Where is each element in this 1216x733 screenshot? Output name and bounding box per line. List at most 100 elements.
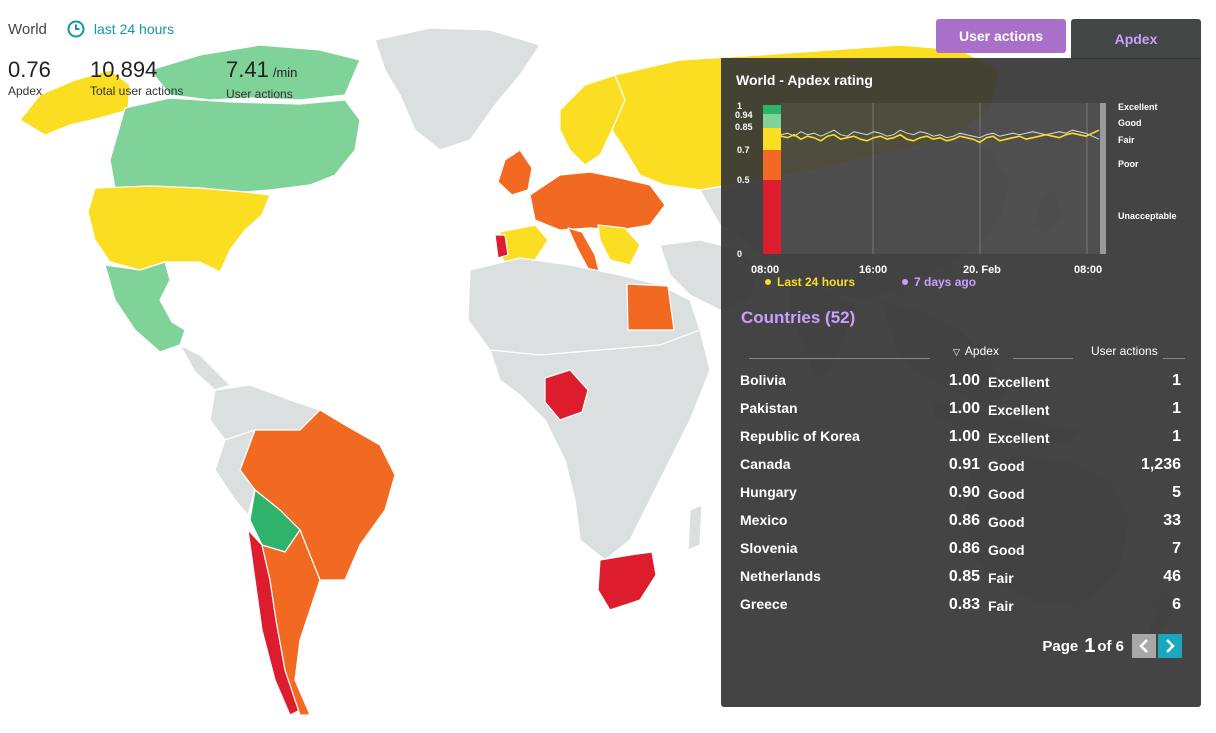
region-portugal[interactable] xyxy=(494,234,509,259)
country-name: Republic of Korea xyxy=(740,428,860,444)
region-central-america[interactable] xyxy=(179,344,231,391)
country-user-actions: 1 xyxy=(1172,372,1181,389)
region-uk[interactable] xyxy=(497,149,533,196)
table-row[interactable]: Republic of Korea 1.00 Excellent 1 xyxy=(721,428,1201,456)
country-apdex-rating: Good xyxy=(988,486,1025,502)
legend-7-days-ago[interactable]: 7 days ago xyxy=(902,275,976,289)
country-apdex-score: 0.86 xyxy=(948,540,980,557)
column-header-user-actions[interactable]: User actions xyxy=(1091,344,1158,358)
zone-label: Unacceptable xyxy=(1118,211,1177,221)
zone-fair xyxy=(763,128,781,150)
column-header-apdex[interactable]: ▽ Apdex xyxy=(953,344,999,358)
prev-page-button[interactable] xyxy=(1132,634,1156,658)
plot-area xyxy=(781,103,1106,254)
country-name: Pakistan xyxy=(740,400,798,416)
kpi-label: Apdex xyxy=(8,84,43,98)
zone-label: Good xyxy=(1118,118,1142,128)
divider xyxy=(749,358,930,359)
chevron-right-icon xyxy=(1166,639,1175,653)
region-scandinavia[interactable] xyxy=(559,74,626,166)
column-label: Apdex xyxy=(964,344,999,358)
kpi-value: 10,894 xyxy=(90,57,158,82)
country-apdex-rating: Good xyxy=(988,542,1025,558)
country-user-actions: 7 xyxy=(1172,540,1181,557)
y-tick-label: 0 xyxy=(737,249,742,259)
country-apdex-rating: Good xyxy=(988,514,1025,530)
country-name: Greece xyxy=(740,596,788,612)
header: World last 24 hours xyxy=(8,20,174,38)
chart-title: World - Apdex rating xyxy=(736,72,873,88)
table-row[interactable]: Hungary 0.90 Good 5 xyxy=(721,484,1201,512)
region-south-africa[interactable] xyxy=(597,551,657,611)
country-name: Slovenia xyxy=(740,540,798,556)
sort-desc-icon: ▽ xyxy=(953,347,960,357)
country-apdex-rating: Excellent xyxy=(988,374,1050,390)
table-row[interactable]: Pakistan 1.00 Excellent 1 xyxy=(721,400,1201,428)
chevron-left-icon xyxy=(1139,639,1148,653)
country-apdex-rating: Good xyxy=(988,458,1025,474)
table-row[interactable]: Mexico 0.86 Good 33 xyxy=(721,512,1201,540)
kpi-label: User actions xyxy=(226,87,293,101)
kpi-value: 0.76 xyxy=(8,57,51,82)
country-apdex-score: 1.00 xyxy=(948,372,980,389)
country-name: Hungary xyxy=(740,484,797,500)
country-name: Bolivia xyxy=(740,372,786,388)
country-user-actions: 1,236 xyxy=(1140,456,1181,473)
zone-excellent xyxy=(763,105,781,114)
country-name: Canada xyxy=(740,456,791,472)
table-row[interactable]: Canada 0.91 Good 1,236 xyxy=(721,456,1201,484)
region-mexico[interactable] xyxy=(104,261,186,353)
legend-dot xyxy=(902,279,908,285)
region-greenland[interactable] xyxy=(374,27,541,151)
table-row[interactable]: Greece 0.83 Fair 6 xyxy=(721,596,1201,624)
country-apdex-score: 0.86 xyxy=(948,512,980,529)
y-tick-label: 0.7 xyxy=(737,145,750,155)
country-user-actions: 46 xyxy=(1163,568,1181,585)
country-apdex-score: 1.00 xyxy=(948,428,980,445)
region-central-africa[interactable] xyxy=(489,329,711,561)
legend-label: 7 days ago xyxy=(914,275,977,289)
page-label: Page xyxy=(1042,637,1079,655)
divider xyxy=(1013,358,1073,359)
country-apdex-score: 0.83 xyxy=(948,596,980,613)
x-tick-label: 08:00 xyxy=(1074,264,1102,276)
kpi-label: Total user actions xyxy=(90,84,184,98)
apdex-chart: 1 0.94 0.85 0.7 0.5 0 Excellent Good Fai… xyxy=(735,101,1177,276)
page-count: of 6 xyxy=(1097,637,1124,655)
country-user-actions: 33 xyxy=(1163,512,1181,529)
country-user-actions: 1 xyxy=(1172,428,1181,445)
region-canada[interactable] xyxy=(109,97,361,193)
kpi-value: 7.41 xyxy=(226,57,269,82)
y-tick-label: 0.94 xyxy=(735,110,753,120)
kpi-apdex: 0.76 Apdex xyxy=(8,57,51,99)
region-egypt[interactable] xyxy=(626,283,675,331)
table-row[interactable]: Slovenia 0.86 Good 7 xyxy=(721,540,1201,568)
timeframe-selector[interactable]: last 24 hours xyxy=(94,21,174,37)
y-tick-label: 0.85 xyxy=(735,122,753,132)
country-apdex-rating: Excellent xyxy=(988,430,1050,446)
country-apdex-rating: Excellent xyxy=(988,402,1050,418)
region-western-europe[interactable] xyxy=(529,171,666,231)
kpi-actions-per-min: 7.41/min User actions xyxy=(226,57,297,102)
zone-label: Fair xyxy=(1118,135,1135,145)
country-user-actions: 1 xyxy=(1172,400,1181,417)
next-page-button[interactable] xyxy=(1158,634,1182,658)
country-apdex-score: 1.00 xyxy=(948,400,980,417)
region-balkans[interactable] xyxy=(597,224,641,266)
zone-label: Poor xyxy=(1118,159,1139,169)
legend-last-24h[interactable]: Last 24 hours xyxy=(765,275,855,289)
zone-good xyxy=(763,114,781,128)
region-madagascar[interactable] xyxy=(687,504,703,551)
region-usa[interactable] xyxy=(87,185,271,273)
tab-user-actions[interactable]: User actions xyxy=(936,19,1066,53)
clock-icon[interactable] xyxy=(67,20,85,38)
table-row[interactable]: Bolivia 1.00 Excellent 1 xyxy=(721,372,1201,400)
x-tick-label: 16:00 xyxy=(859,264,887,276)
chart-scroll-track[interactable] xyxy=(1100,103,1106,254)
apdex-panel: World - Apdex rating 1 0.94 0.85 0.7 0.5… xyxy=(721,58,1201,707)
country-apdex-score: 0.91 xyxy=(948,456,980,473)
legend-label: Last 24 hours xyxy=(777,275,856,289)
table-row[interactable]: Netherlands 0.85 Fair 46 xyxy=(721,568,1201,596)
tab-apdex[interactable]: Apdex xyxy=(1071,19,1201,59)
current-page: 1 xyxy=(1084,634,1096,657)
